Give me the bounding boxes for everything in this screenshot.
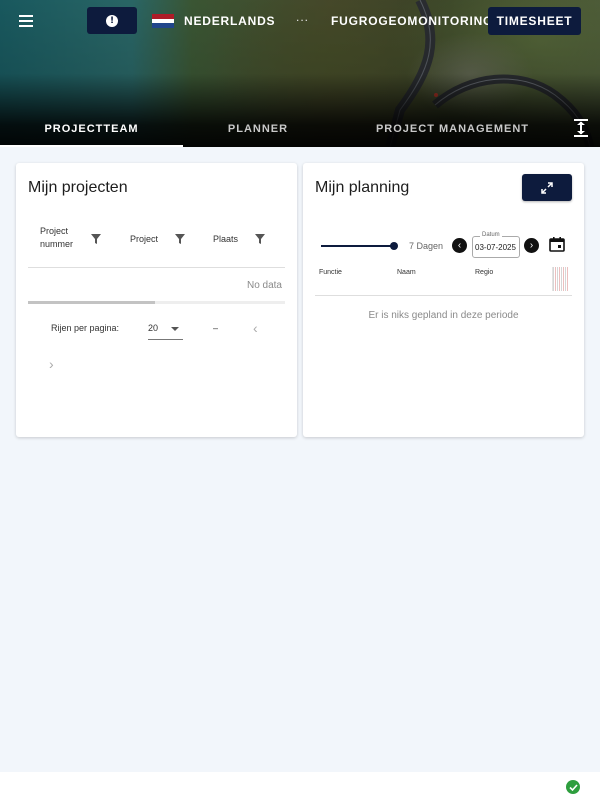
date-value: 03-07-2025 — [475, 243, 516, 252]
filter-icon[interactable] — [255, 234, 265, 244]
tab-planner[interactable]: PLANNER — [183, 110, 333, 147]
column-label: Plaats — [213, 234, 239, 244]
horizontal-scrollbar[interactable] — [28, 301, 285, 304]
column-project: Project — [130, 233, 158, 246]
page-range: – — [213, 323, 219, 333]
hamburger-menu-icon[interactable] — [17, 10, 39, 32]
column-naam: Naam — [397, 269, 416, 276]
company-selector[interactable]: FUGROGEOMONITORING — [331, 14, 493, 28]
column-functie: Functie — [319, 269, 342, 276]
column-label: Project — [130, 234, 159, 244]
planning-title: Mijn planning — [315, 179, 410, 196]
projects-card: Mijn projecten Project nummer Project Pl… — [16, 163, 297, 437]
date-field[interactable]: Datum 03-07-2025 — [472, 232, 520, 258]
timesheet-button[interactable]: TIMESHEET — [488, 7, 581, 35]
divider — [315, 295, 572, 296]
calendar-icon[interactable] — [549, 236, 565, 252]
alert-icon: ! — [106, 14, 118, 27]
filter-icon[interactable] — [175, 234, 185, 244]
chevron-right-icon[interactable]: › — [49, 356, 54, 372]
more-options-button[interactable]: ... — [296, 10, 309, 24]
date-field-label: Datum — [480, 232, 502, 238]
header-banner: ! NEDERLANDS ... FUGROGEOMONITORING TIME… — [0, 0, 600, 147]
column-plaats: Plaats — [213, 233, 238, 246]
alert-button[interactable]: ! — [87, 7, 137, 34]
tab-project-management[interactable]: PROJECT MANAGEMENT — [365, 110, 540, 147]
footer — [0, 772, 600, 800]
top-bar: ! NEDERLANDS ... FUGROGEOMONITORING TIME… — [0, 0, 600, 42]
tab-projectteam[interactable]: PROJECTTEAM — [0, 110, 183, 147]
days-slider-handle[interactable] — [390, 242, 398, 250]
timeline-columns — [552, 267, 568, 291]
column-label: Project nummer — [40, 226, 74, 249]
chevron-left-icon[interactable]: ‹ — [253, 320, 258, 336]
no-data-text: No data — [246, 280, 282, 291]
fullscreen-button[interactable] — [522, 174, 572, 201]
previous-date-button[interactable]: ‹ — [452, 238, 467, 253]
divider — [28, 267, 285, 268]
rows-per-page-select[interactable]: 20 — [148, 318, 183, 340]
filter-icon[interactable] — [91, 234, 101, 244]
column-project-number: Project nummer — [40, 225, 76, 251]
planning-card: Mijn planning 7 Dagen ‹ Datum 03-07-2025… — [303, 163, 584, 437]
caret-down-icon — [171, 327, 179, 331]
scrollbar-thumb[interactable] — [28, 301, 155, 304]
language-selector[interactable]: NEDERLANDS — [152, 12, 275, 30]
language-label: NEDERLANDS — [184, 14, 276, 28]
main-tabs: PROJECTTEAM PLANNER PROJECT MANAGEMENT — [0, 110, 600, 147]
next-date-button[interactable]: › — [524, 238, 539, 253]
status-ok-icon — [566, 780, 580, 794]
netherlands-flag-icon — [152, 14, 174, 29]
days-slider-track[interactable] — [321, 245, 392, 247]
rows-per-page-value: 20 — [148, 323, 159, 333]
expand-vertical-icon[interactable] — [572, 118, 590, 138]
rows-per-page-label: Rijen per pagina: — [51, 323, 120, 333]
projects-title: Mijn projecten — [28, 179, 128, 196]
empty-planning-text: Er is niks gepland in deze periode — [368, 310, 519, 321]
column-regio: Regio — [475, 269, 494, 276]
fullscreen-icon — [541, 181, 553, 194]
days-label: 7 Dagen — [409, 241, 444, 251]
